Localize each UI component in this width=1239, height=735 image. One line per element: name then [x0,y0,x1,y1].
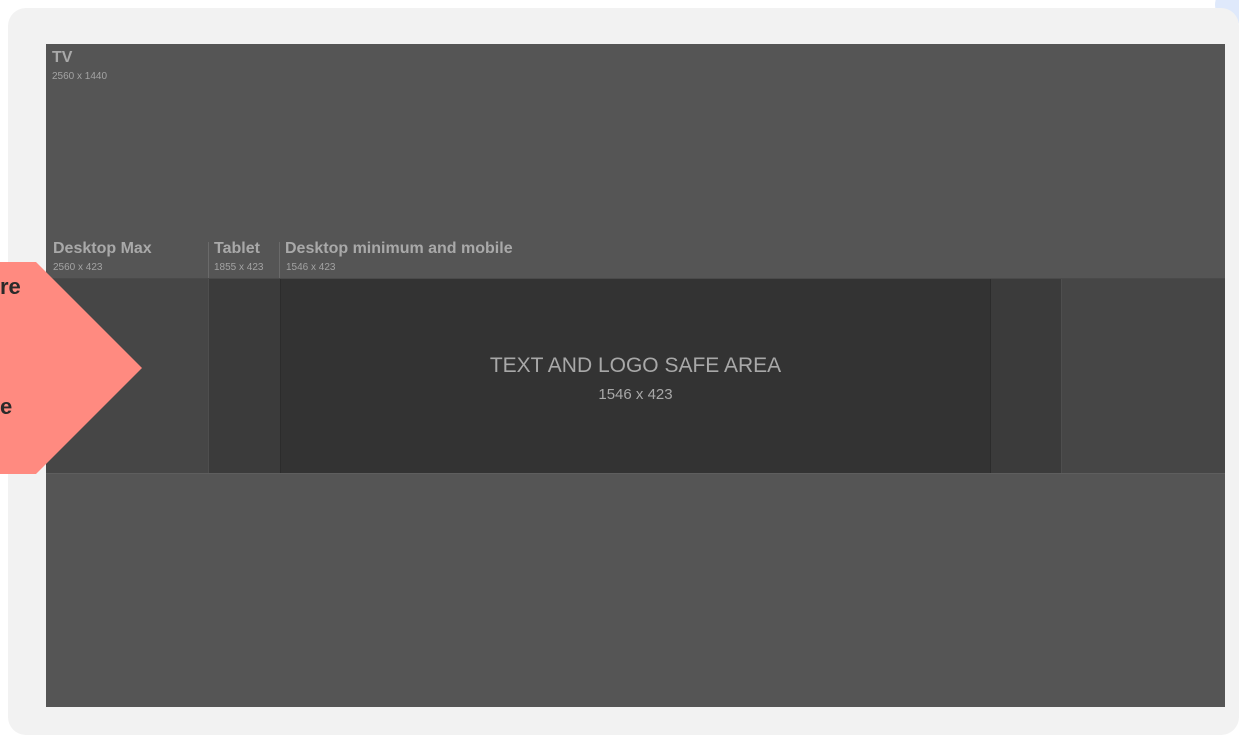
tv-label: TV [52,49,73,66]
safe-area-text-wrap: TEXT AND LOGO SAFE AREA 1546 x 423 [280,44,991,707]
desktop-max-size: 2560 x 423 [53,262,103,273]
desktop-max-label: Desktop Max [53,240,152,257]
diagram-card: TV 2560 x 1440 Desktop Max 2560 x 423 Ta… [8,8,1239,735]
safe-area-size: 1546 x 423 [598,386,673,403]
callout-text-top: re [0,274,21,299]
tablet-label: Tablet [214,240,260,257]
divider-desktop-max-tablet [208,242,209,278]
tablet-size: 1855 x 423 [214,262,264,273]
tv-size: 2560 x 1440 [52,71,108,82]
safe-area-title: TEXT AND LOGO SAFE AREA [489,354,782,377]
banner-size-diagram: TV 2560 x 1440 Desktop Max 2560 x 423 Ta… [46,44,1225,707]
callout-text-bottom: e [0,394,13,419]
page: TV 2560 x 1440 Desktop Max 2560 x 423 Ta… [0,0,1239,735]
